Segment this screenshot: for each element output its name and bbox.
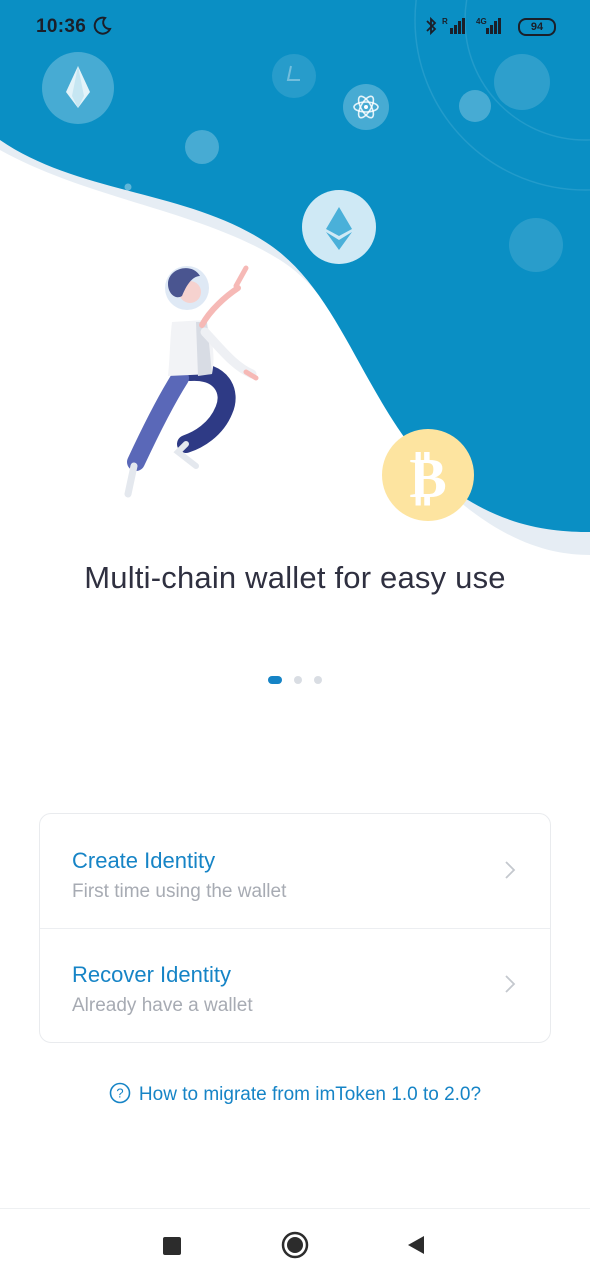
signal-4g-icon: 4G — [476, 17, 501, 34]
migrate-help-link[interactable]: ? How to migrate from imToken 1.0 to 2.0… — [0, 1082, 590, 1106]
chevron-right-icon — [505, 975, 516, 993]
back-triangle-icon[interactable] — [405, 1234, 427, 1256]
person-illustration — [124, 265, 259, 498]
system-nav-bar — [0, 1208, 590, 1281]
recover-identity-title: Recover Identity — [72, 962, 231, 987]
svg-text:R: R — [442, 17, 448, 26]
recover-identity-button[interactable]: Recover Identity Already have a wallet — [40, 928, 550, 1042]
battery-icon: 94 — [518, 18, 556, 36]
onboarding-headline: Multi-chain wallet for easy use — [84, 560, 506, 595]
create-identity-button[interactable]: Create Identity First time using the wal… — [40, 814, 550, 929]
create-identity-subtitle: First time using the wallet — [72, 881, 287, 902]
signal-icon: R — [442, 17, 465, 34]
status-time: 10:36 — [36, 16, 87, 37]
page-dot-2 — [294, 675, 302, 684]
atom-icon — [343, 84, 389, 130]
page-dot-1 — [267, 675, 282, 684]
moon-icon — [93, 16, 112, 35]
question-circle-icon: ? — [109, 1082, 131, 1104]
create-identity-title: Create Identity — [72, 848, 216, 873]
bitcoin-icon: ₿ — [382, 429, 474, 521]
svg-text:₿: ₿ — [409, 445, 446, 511]
migrate-help-label: How to migrate from imToken 1.0 to 2.0? — [138, 1084, 482, 1105]
hero-illustration: ₿ — [0, 0, 590, 555]
page-dot-3 — [314, 675, 323, 684]
recover-identity-subtitle: Already have a wallet — [72, 995, 253, 1016]
identity-options-card: Create Identity First time using the wal… — [39, 813, 551, 1043]
home-circle-icon[interactable] — [281, 1231, 309, 1259]
chevron-right-icon — [505, 861, 516, 879]
svg-text:?: ? — [116, 1085, 123, 1100]
page-indicator — [0, 671, 590, 684]
ethereum-icon — [302, 190, 376, 264]
bluetooth-icon — [426, 16, 437, 36]
status-bar: 10:36 R 4G 94 — [0, 0, 590, 56]
recents-square-icon[interactable] — [163, 1237, 181, 1255]
eos-icon — [42, 52, 114, 124]
network-label: 4G — [476, 17, 487, 26]
